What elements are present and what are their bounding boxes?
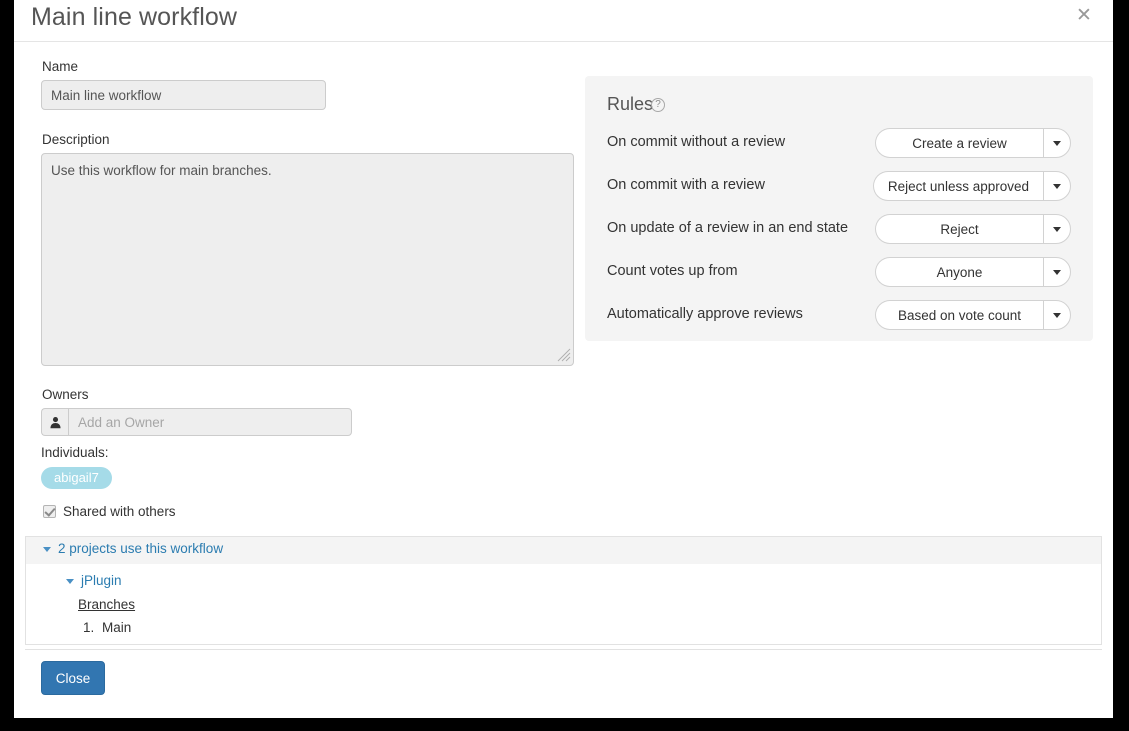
rule-row: Count votes up from Anyone bbox=[607, 257, 1071, 289]
rule-dropdown[interactable]: Create a review bbox=[875, 128, 1071, 158]
rules-title: Rules bbox=[607, 94, 654, 114]
rule-row: On commit without a review Create a revi… bbox=[607, 128, 1071, 160]
rule-label: On commit with a review bbox=[607, 177, 765, 193]
project-name-link[interactable]: jPlugin bbox=[81, 573, 122, 588]
black-edge-left bbox=[0, 0, 14, 731]
shared-label: Shared with others bbox=[63, 504, 176, 519]
user-icon bbox=[41, 408, 68, 436]
rule-row: On update of a review in an end state Re… bbox=[607, 214, 1071, 246]
rule-label: On commit without a review bbox=[607, 134, 786, 150]
projects-toggle[interactable]: 2 projects use this workflow bbox=[43, 541, 223, 556]
rule-value-button[interactable]: Anyone bbox=[875, 257, 1043, 287]
owners-label: Owners bbox=[42, 387, 89, 402]
rule-label: On update of a review in an end state bbox=[607, 220, 849, 236]
rule-value-button[interactable]: Reject unless approved bbox=[872, 171, 1043, 201]
chevron-down-icon bbox=[66, 579, 74, 584]
question-circle-icon[interactable]: ? bbox=[651, 98, 665, 112]
close-icon[interactable]: ✕ bbox=[1073, 5, 1095, 27]
page-title: Main line workflow bbox=[31, 3, 238, 31]
branches-label: Branches bbox=[78, 597, 136, 612]
black-edge-bottom bbox=[0, 718, 1129, 731]
workflow-dialog: Main line workflow ✕ Name Description Us… bbox=[14, 0, 1113, 718]
chevron-down-icon[interactable] bbox=[1043, 214, 1071, 244]
individuals-list: abigail7 bbox=[41, 467, 112, 489]
rule-dropdown[interactable]: Reject bbox=[875, 214, 1071, 244]
add-owner-input[interactable] bbox=[68, 408, 352, 436]
branch-list: Main bbox=[78, 620, 131, 636]
rule-row: Automatically approve reviews Based on v… bbox=[607, 300, 1071, 332]
projects-tree: jPlugin Branches Main bbox=[25, 564, 1102, 645]
description-label: Description bbox=[42, 132, 110, 147]
footer-divider bbox=[25, 649, 1102, 650]
chevron-down-icon[interactable] bbox=[1043, 257, 1071, 287]
rule-label: Count votes up from bbox=[607, 263, 738, 279]
chevron-down-icon bbox=[43, 547, 51, 552]
rule-label: Automatically approve reviews bbox=[607, 306, 803, 322]
rule-dropdown[interactable]: Reject unless approved bbox=[872, 171, 1071, 201]
owners-input-group bbox=[41, 408, 352, 436]
name-label: Name bbox=[42, 59, 79, 74]
rules-panel: Rules ? On commit without a review Creat… bbox=[585, 76, 1093, 341]
screen: Main line workflow ✕ Name Description Us… bbox=[0, 0, 1129, 731]
project-node[interactable]: jPlugin bbox=[66, 573, 122, 588]
shared-with-others-row[interactable]: Shared with others bbox=[43, 504, 176, 519]
black-edge-right bbox=[1113, 605, 1129, 731]
dialog-header: Main line workflow ✕ bbox=[14, 0, 1113, 42]
rule-dropdown[interactable]: Based on vote count bbox=[875, 300, 1071, 330]
rule-dropdown[interactable]: Anyone bbox=[875, 257, 1071, 287]
owner-tag[interactable]: abigail7 bbox=[41, 467, 112, 489]
projects-header-band: 2 projects use this workflow bbox=[25, 536, 1102, 564]
rule-value-button[interactable]: Create a review bbox=[875, 128, 1043, 158]
projects-count-link[interactable]: 2 projects use this workflow bbox=[58, 541, 223, 556]
shared-checkbox[interactable] bbox=[43, 505, 56, 518]
close-button[interactable]: Close bbox=[41, 661, 105, 695]
chevron-down-icon[interactable] bbox=[1043, 300, 1071, 330]
rule-row: On commit with a review Reject unless ap… bbox=[607, 171, 1071, 203]
rule-value-button[interactable]: Reject bbox=[875, 214, 1043, 244]
description-input[interactable]: Use this workflow for main branches. bbox=[41, 153, 574, 366]
name-input[interactable] bbox=[41, 80, 326, 110]
list-item: Main bbox=[98, 620, 131, 636]
chevron-down-icon[interactable] bbox=[1043, 171, 1071, 201]
rule-value-button[interactable]: Based on vote count bbox=[875, 300, 1043, 330]
individuals-label: Individuals: bbox=[41, 445, 109, 460]
chevron-down-icon[interactable] bbox=[1043, 128, 1071, 158]
